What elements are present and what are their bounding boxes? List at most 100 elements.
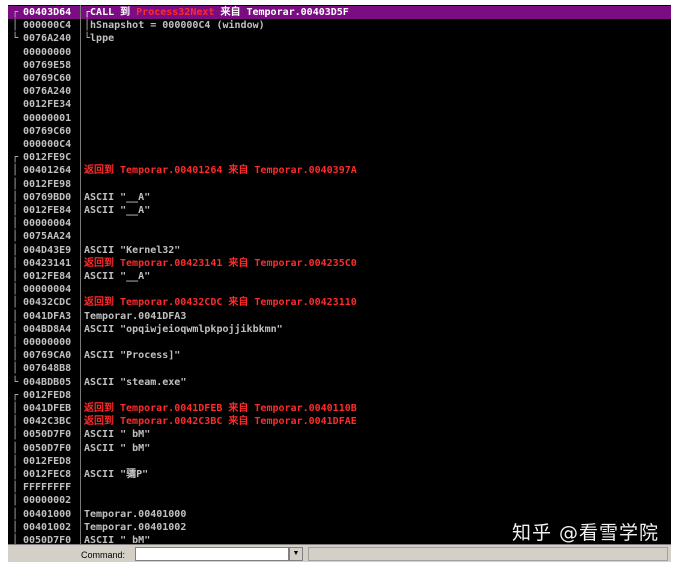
stack-value: 0042C3BC [23, 416, 72, 428]
stack-frame-bracket: │ [11, 310, 19, 322]
stack-row[interactable]: │ 004D43E9 ASCII "Kernel32" [8, 244, 671, 257]
stack-row[interactable]: │ 0075AA24 [8, 230, 671, 243]
stack-row[interactable]: └ 004BDB05 ASCII "steam.exe" [8, 376, 671, 389]
stack-row[interactable]: │ 0050D7F0 ASCII " bM" [8, 428, 671, 441]
stack-comment: 返回到 Temporar.00401264 来自 Temporar.004039… [84, 164, 357, 177]
stack-row[interactable]: │ 00432CDC 返回到 Temporar.00432CDC 来自 Tempor… [8, 296, 671, 309]
stack-row[interactable]: │ 00401264 返回到 Temporar.00401264 来自 Tempor… [8, 164, 671, 177]
command-dropdown-button[interactable]: ▼ [289, 547, 303, 561]
stack-value: 004BD8A4 [23, 323, 72, 335]
stack-comment: ASCII "steam.exe" [84, 376, 186, 389]
stack-value: 00000001 [23, 112, 72, 124]
stack-row[interactable]: │ 0012FED8 [8, 455, 671, 468]
stack-row[interactable]: │ 00000004 [8, 217, 671, 230]
stack-value: 0012FE9C [23, 152, 72, 164]
comment-text: CALL 到 [90, 7, 137, 18]
stack-comment: Temporar.0041DFA3 [84, 310, 186, 323]
stack-row[interactable]: │ 0012FE84 ASCII "__A" [8, 270, 671, 283]
stack-value: 0012FE84 [23, 271, 72, 282]
stack-frame-bracket: │ [11, 350, 19, 362]
stack-row[interactable]: │ 0041DFEB 返回到 Temporar.0041DFEB 来自 Tempor… [8, 402, 671, 415]
stack-row[interactable]: │ 00769CA0 ASCII "Process]" [8, 349, 671, 362]
stack-frame-bracket: │ [11, 429, 19, 441]
comment-text: ASCII "steam.exe" [84, 376, 187, 388]
comment-text: hSnapshot = 000000C4 (window) [90, 20, 265, 32]
stack-value: 0012FED8 [23, 455, 72, 467]
comment-text: ASCII "opqiwjeioqwmlpkpojjikbkmn" [84, 323, 283, 335]
stack-row[interactable]: 00000000 [8, 46, 671, 59]
stack-value: 0076A240 [23, 33, 72, 45]
stack-frame-bracket [8, 72, 22, 85]
stack-row[interactable]: 0076A240 [8, 85, 671, 98]
stack-value: 00769E58 [23, 59, 72, 71]
stack-row[interactable]: │ 00000002 [8, 494, 671, 507]
stack-frame-bracket [8, 85, 22, 98]
stack-frame-bracket [8, 138, 22, 151]
comment-text: ASCII " bM" [84, 442, 151, 454]
stack-row[interactable]: │ 004BD8A4 ASCII "opqiwjeioqwmlpkpojjikbkm… [8, 323, 671, 336]
stack-frame-bracket [8, 59, 22, 72]
stack-row[interactable]: │ 0042C3BC 返回到 Temporar.0042C3BC 来自 Tempor… [8, 415, 671, 428]
stack-frame-bracket: └ [11, 33, 19, 45]
stack-row[interactable]: │ 0012FEC8 ASCII "骦P" [8, 468, 671, 481]
stack-row[interactable]: 00000001 [8, 112, 671, 125]
stack-row[interactable]: ┌ 00403D64 ┌CALL 到 Process32Next 来自 Tempor… [8, 6, 671, 19]
stack-frame-bracket [8, 98, 22, 111]
stack-frame-bracket: │ [11, 482, 19, 494]
stack-row[interactable]: │ 0050D7F0 ASCII " bM" [8, 442, 671, 455]
command-input[interactable] [135, 547, 289, 561]
stack-row[interactable]: │ 00000004 [8, 283, 671, 296]
stack-row[interactable]: │ 00769BD0 ASCII "__A" [8, 191, 671, 204]
stack-row[interactable]: │ 000000C4 │hSnapshot = 000000C4 (window) [8, 19, 671, 32]
stack-frame-bracket: │ [11, 257, 19, 269]
stack-value: 00769BD0 [23, 191, 72, 203]
stack-frame-bracket: └ [11, 376, 19, 388]
stack-row[interactable]: │ 00000000 [8, 336, 671, 349]
stack-frame-bracket: │ [11, 244, 19, 256]
stack-frame-bracket: │ [11, 535, 19, 544]
stack-value: 0050D7F0 [23, 442, 72, 454]
stack-row[interactable]: │ 0012FE84 ASCII "__A" [8, 204, 671, 217]
stack-row[interactable]: 00769E58 [8, 59, 671, 72]
stack-frame-bracket: │ [11, 442, 19, 454]
stack-comment: └lppe [84, 32, 114, 45]
stack-row[interactable]: 0012FE34 [8, 98, 671, 111]
stack-row[interactable]: │ 00423141 返回到 Temporar.00423141 来自 Tempor… [8, 257, 671, 270]
stack-value: 00000002 [23, 495, 72, 507]
stack-row[interactable]: ┌ 0012FED8 [8, 389, 671, 402]
stack-row[interactable]: │ 0012FE98 [8, 178, 671, 191]
stack-frame-bracket: ┌ [11, 152, 19, 164]
stack-row[interactable]: │ 007648B8 [8, 362, 671, 375]
stack-value: 000000C4 [23, 20, 72, 32]
stack-value: 0012FED8 [23, 389, 72, 401]
stack-value: 0012FEC8 [23, 469, 72, 480]
stack-value: 0041DFEB [23, 403, 72, 414]
command-info-field [308, 547, 668, 561]
stack-value: 00432CDC [23, 297, 72, 309]
stack-value: 00423141 [23, 257, 72, 269]
stack-row[interactable]: 000000C4 [8, 138, 671, 151]
stack-comment: ASCII "Kernel32" [84, 244, 180, 257]
stack-row[interactable]: │ FFFFFFFF [8, 481, 671, 494]
stack-comment: ASCII " bM" [84, 428, 150, 441]
comment-text: lppe [90, 33, 115, 45]
stack-value: 0012FE98 [23, 178, 72, 190]
stack-frame-bracket: │ [11, 508, 19, 520]
stack-value: FFFFFFFF [23, 482, 72, 494]
stack-row[interactable]: 00769C60 [8, 125, 671, 138]
stack-frame-bracket: │ [11, 323, 19, 335]
stack-row[interactable]: └ 0076A240 └lppe [8, 32, 671, 45]
stack-pane[interactable]: ┌ 00403D64 ┌CALL 到 Process32Next 来自 Tempor… [8, 5, 671, 544]
stack-frame-bracket: │ [11, 231, 19, 243]
column-separator [80, 5, 81, 544]
stack-row[interactable]: ┌ 0012FE9C [8, 151, 671, 164]
watermark: 知乎 @看雪学院 [512, 522, 660, 544]
stack-row[interactable]: │ 0041DFA3 Temporar.0041DFA3 [8, 310, 671, 323]
stack-comment: 返回到 Temporar.0041DFEB 来自 Temporar.004011… [84, 402, 357, 415]
stack-comment: ASCII "__A" [84, 191, 150, 204]
stack-value: 007648B8 [23, 363, 72, 375]
stack-frame-bracket: │ [11, 284, 19, 296]
stack-comment: 返回到 Temporar.0042C3BC 来自 Temporar.0041DF… [84, 415, 357, 428]
stack-row[interactable]: 00769C60 [8, 72, 671, 85]
comment-text: ASCII "__A" [84, 191, 151, 203]
